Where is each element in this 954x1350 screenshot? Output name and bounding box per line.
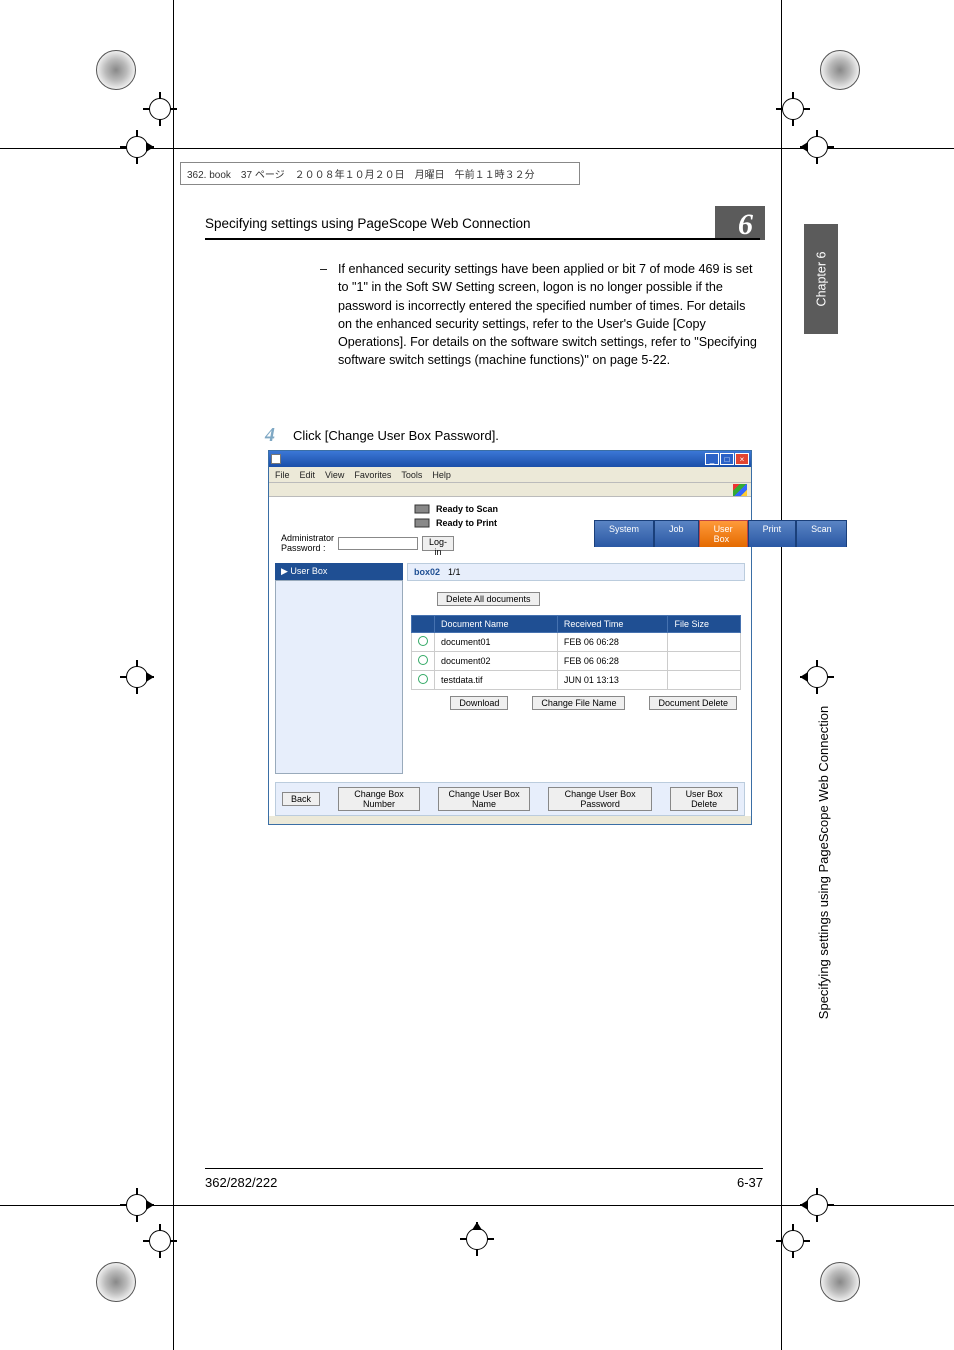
printer-icon bbox=[414, 517, 430, 529]
row-radio[interactable] bbox=[418, 674, 428, 684]
window-maximize-button[interactable]: □ bbox=[720, 453, 734, 465]
regmark-corner-bl bbox=[143, 1224, 177, 1258]
footer-page: 6-37 bbox=[737, 1175, 763, 1190]
section-title: Specifying settings using PageScope Web … bbox=[205, 216, 530, 231]
window-close-button[interactable]: × bbox=[735, 453, 749, 465]
cell-name: testdata.tif bbox=[435, 671, 558, 690]
table-row: testdata.tif JUN 01 13:13 bbox=[412, 671, 741, 690]
user-box-delete-button[interactable]: User Box Delete bbox=[670, 787, 738, 811]
body-paragraph: –If enhanced security settings have been… bbox=[320, 260, 760, 370]
back-button[interactable]: Back bbox=[282, 792, 320, 806]
regmark-bot-left bbox=[120, 1188, 154, 1222]
regmark-corner-br bbox=[776, 1224, 810, 1258]
sidebar-body bbox=[275, 580, 403, 774]
login-button[interactable]: Log-in bbox=[422, 536, 454, 551]
cell-time: FEB 06 06:28 bbox=[557, 633, 668, 652]
change-file-name-button[interactable]: Change File Name bbox=[532, 696, 625, 710]
menu-favorites[interactable]: Favorites bbox=[354, 470, 391, 480]
tab-job[interactable]: Job bbox=[654, 520, 699, 547]
footer-model: 362/282/222 bbox=[205, 1175, 277, 1190]
col-select bbox=[412, 616, 435, 633]
cell-time: JUN 01 13:13 bbox=[557, 671, 668, 690]
menu-view[interactable]: View bbox=[325, 470, 344, 480]
document-delete-button[interactable]: Document Delete bbox=[649, 696, 737, 710]
download-button[interactable]: Download bbox=[450, 696, 508, 710]
browser-menubar: File Edit View Favorites Tools Help bbox=[269, 467, 751, 483]
chapter-number: 6 bbox=[738, 208, 952, 242]
menu-file[interactable]: File bbox=[275, 470, 290, 480]
status-print: Ready to Print bbox=[436, 518, 497, 528]
side-section-label: Specifying settings using PageScope Web … bbox=[814, 350, 834, 870]
cell-size bbox=[668, 671, 741, 690]
change-box-number-button[interactable]: Change Box Number bbox=[338, 787, 420, 811]
col-received-time: Received Time bbox=[557, 616, 668, 633]
tab-system[interactable]: System bbox=[594, 520, 654, 547]
window-minimize-button[interactable]: _ bbox=[705, 453, 719, 465]
bullseye-top-left bbox=[96, 50, 136, 90]
table-row: document01 FEB 06 06:28 bbox=[412, 633, 741, 652]
regmark-bottom-center bbox=[460, 1222, 494, 1256]
scanner-icon bbox=[414, 503, 430, 515]
row-radio[interactable] bbox=[418, 655, 428, 665]
box-name: box02 bbox=[414, 567, 440, 577]
menu-help[interactable]: Help bbox=[432, 470, 451, 480]
regmark-corner-tl bbox=[143, 92, 177, 126]
cell-size bbox=[668, 633, 741, 652]
embedded-browser-window: _ □ × File Edit View Favorites Tools Hel… bbox=[268, 450, 752, 825]
row-radio[interactable] bbox=[418, 636, 428, 646]
book-info: 362. book 37 ページ ２００８年１０月２０日 月曜日 午前１１時３２… bbox=[180, 162, 580, 185]
change-user-box-password-button[interactable]: Change User Box Password bbox=[548, 787, 652, 811]
step-text: Click [Change User Box Password]. bbox=[293, 425, 499, 443]
col-file-size: File Size bbox=[668, 616, 741, 633]
col-document-name: Document Name bbox=[435, 616, 558, 633]
cell-name: document01 bbox=[435, 633, 558, 652]
cell-size bbox=[668, 652, 741, 671]
regmark-bot-right bbox=[800, 1188, 834, 1222]
menu-edit[interactable]: Edit bbox=[300, 470, 316, 480]
status-scan: Ready to Scan bbox=[436, 504, 498, 514]
tab-user-box[interactable]: User Box bbox=[699, 520, 748, 547]
regmark-corner-tr bbox=[776, 92, 810, 126]
bullseye-bot-right bbox=[820, 1262, 860, 1302]
cell-name: document02 bbox=[435, 652, 558, 671]
document-table: Document Name Received Time File Size do… bbox=[411, 615, 741, 690]
menu-tools[interactable]: Tools bbox=[401, 470, 422, 480]
regmark-top-right bbox=[800, 130, 834, 164]
cell-time: FEB 06 06:28 bbox=[557, 652, 668, 671]
window-titlebar: _ □ × bbox=[269, 451, 751, 467]
regmark-top-left bbox=[120, 130, 154, 164]
bullseye-top-right bbox=[820, 50, 860, 90]
tab-print[interactable]: Print bbox=[748, 520, 797, 547]
ie-throbber-icon bbox=[733, 484, 747, 496]
regmark-mid-left bbox=[120, 660, 154, 694]
ie-document-icon bbox=[271, 454, 281, 464]
bullseye-bot-left bbox=[96, 1262, 136, 1302]
delete-all-documents-button[interactable]: Delete All documents bbox=[437, 592, 540, 606]
admin-password-label: Administrator Password : bbox=[281, 533, 334, 553]
side-chapter-label: Chapter 6 bbox=[804, 224, 838, 334]
step-number: 4 bbox=[265, 425, 275, 445]
sidebar-user-box-header[interactable]: ▶ User Box bbox=[275, 563, 403, 580]
box-title-bar: box02 1/1 bbox=[407, 563, 745, 581]
admin-password-input[interactable] bbox=[338, 537, 418, 550]
tab-scan[interactable]: Scan bbox=[796, 520, 847, 547]
change-user-box-name-button[interactable]: Change User Box Name bbox=[438, 787, 530, 811]
section-underline bbox=[205, 238, 760, 240]
table-row: document02 FEB 06 06:28 bbox=[412, 652, 741, 671]
box-page: 1/1 bbox=[448, 567, 461, 577]
